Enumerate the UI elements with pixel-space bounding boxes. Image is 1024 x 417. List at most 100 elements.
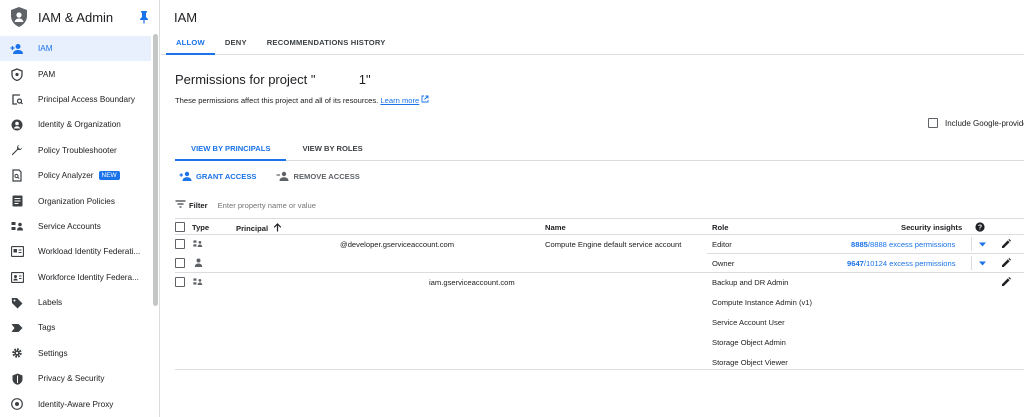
- table-row: iam.gserviceaccount.com Backup and DR Ad…: [175, 273, 1024, 370]
- tab-view-by-principals[interactable]: VIEW BY PRINCIPALS: [175, 139, 287, 161]
- proxy-icon: [10, 397, 24, 411]
- row-checkbox[interactable]: [175, 277, 185, 287]
- tab-allow[interactable]: ALLOW: [166, 33, 215, 55]
- sidebar-item-tags[interactable]: Tags: [0, 315, 151, 340]
- chevron-down-icon[interactable]: [972, 237, 992, 252]
- header-name: Name: [545, 223, 566, 232]
- boundary-icon: [10, 92, 24, 106]
- person-icon: [194, 258, 203, 269]
- excess-permissions-total: /8888 excess permissions: [867, 240, 956, 249]
- workforce-identity-icon: [10, 270, 24, 284]
- policy-tabs: ALLOW DENY RECOMMENDATIONS HISTORY: [161, 33, 1024, 55]
- sidebar-item-pam[interactable]: PAM: [0, 61, 151, 86]
- principal-email: @developer.gserviceaccount.com: [340, 240, 455, 249]
- sidebar-item-settings[interactable]: Settings: [0, 341, 151, 366]
- table-row: Owner 9647/10124 excess permissions: [175, 254, 1024, 273]
- header-security-insights: Security insights: [901, 223, 963, 232]
- account-circle-icon: [10, 118, 24, 132]
- security-insight-link[interactable]: 8885/8888 excess permissions: [851, 240, 955, 249]
- sidebar-item-principal-access-boundary[interactable]: Principal Access Boundary: [0, 87, 151, 112]
- sidebar-item-identity-aware-proxy[interactable]: Identity-Aware Proxy: [0, 391, 151, 416]
- row-divider: [175, 369, 1024, 370]
- sidebar-item-label: PAM: [38, 69, 56, 79]
- sidebar-item-label: Tags: [38, 323, 56, 333]
- header-role: Role: [712, 223, 729, 232]
- sidebar-scrollbar[interactable]: [153, 34, 158, 306]
- sidebar-item-label: Identity & Organization: [38, 120, 121, 130]
- header-principal[interactable]: Principal: [236, 223, 282, 233]
- sidebar-item-label: Workforce Identity Federa...: [38, 272, 139, 282]
- sidebar-item-label: Workload Identity Federati...: [38, 247, 141, 257]
- tab-recommendations-history[interactable]: RECOMMENDATIONS HISTORY: [257, 33, 396, 55]
- table-header: Type Principal Name Role Security insigh…: [175, 218, 1024, 235]
- role-name: Compute Instance Admin (v1): [712, 298, 813, 307]
- sidebar-item-label: Labels: [38, 298, 63, 308]
- workload-identity-icon: [10, 245, 24, 259]
- sidebar-item-label: Principal Access Boundary: [38, 94, 135, 104]
- filter-label: Filter: [189, 200, 208, 210]
- sidebar-item-privacy-security[interactable]: Privacy & Security: [0, 366, 151, 391]
- edit-pencil-icon[interactable]: [1000, 238, 1012, 250]
- sidebar-item-identity-organization[interactable]: Identity & Organization: [0, 112, 151, 137]
- sort-ascending-icon[interactable]: [270, 223, 282, 233]
- role-name: Editor: [712, 240, 732, 249]
- filter-input[interactable]: [217, 200, 518, 210]
- role-name: Backup and DR Admin: [712, 278, 789, 287]
- row-checkbox[interactable]: [175, 239, 185, 249]
- select-all-checkbox[interactable]: [175, 222, 185, 232]
- principal-name: Compute Engine default service account: [545, 240, 682, 249]
- sidebar-item-iam[interactable]: IAM: [0, 36, 151, 62]
- help-icon[interactable]: ?: [975, 222, 985, 234]
- sidebar-nav: IAM PAM Principal Access Boundary Identi…: [0, 36, 151, 417]
- edit-pencil-icon[interactable]: [1000, 276, 1012, 288]
- sidebar-item-policy-analyzer[interactable]: Policy Analyzer NEW: [0, 163, 151, 188]
- permissions-title: Permissions for project " 1": [175, 72, 371, 87]
- shield-lock-icon: [10, 67, 24, 81]
- tag-icon: [10, 321, 24, 335]
- privacy-shield-icon: [10, 372, 24, 386]
- sidebar-item-label: Organization Policies: [38, 196, 115, 206]
- sidebar-item-label: Service Accounts: [38, 221, 101, 231]
- chevron-down-icon[interactable]: [972, 256, 992, 271]
- edit-pencil-icon[interactable]: [1000, 257, 1012, 269]
- grant-access-label: GRANT ACCESS: [196, 171, 257, 181]
- excess-permissions-total: /10124 excess permissions: [863, 259, 956, 268]
- filter-icon: [175, 200, 186, 210]
- permissions-description: These permissions affect this project an…: [175, 95, 429, 105]
- security-insight-link[interactable]: 9647/10124 excess permissions: [847, 259, 956, 268]
- sidebar: IAM & Admin IAM PAM Principal Access Bou…: [0, 0, 160, 417]
- document-list-icon: [10, 194, 24, 208]
- wrench-icon: [10, 143, 24, 157]
- include-google-label: Include Google-provide: [945, 118, 1024, 128]
- tab-deny[interactable]: DENY: [215, 33, 257, 55]
- header-principal-label: Principal: [236, 224, 269, 233]
- sidebar-item-workforce-identity-federation[interactable]: Workforce Identity Federa...: [0, 265, 151, 290]
- external-link-icon: [421, 95, 429, 105]
- sidebar-item-service-accounts[interactable]: Service Accounts: [0, 214, 151, 239]
- excess-permissions-count: 8885: [851, 240, 868, 249]
- learn-more-link[interactable]: Learn more: [380, 96, 419, 105]
- role-name: Storage Object Viewer: [712, 358, 788, 367]
- remove-access-label: REMOVE ACCESS: [293, 171, 360, 181]
- sidebar-item-organization-policies[interactable]: Organization Policies: [0, 188, 151, 213]
- shield-user-icon: [8, 6, 30, 28]
- sidebar-item-label: Policy Troubleshooter: [38, 145, 117, 155]
- sidebar-item-labels[interactable]: Labels: [0, 290, 151, 315]
- service-account-icon: [10, 219, 24, 233]
- principal-email: iam.gserviceaccount.com: [429, 278, 515, 287]
- include-google-checkbox[interactable]: [928, 118, 938, 128]
- sidebar-item-workload-identity-federation[interactable]: Workload Identity Federati...: [0, 239, 151, 264]
- view-tabs: VIEW BY PRINCIPALS VIEW BY ROLES: [175, 139, 1024, 161]
- remove-access-button[interactable]: REMOVE ACCESS: [276, 171, 360, 181]
- row-checkbox[interactable]: [175, 258, 185, 268]
- role-name: Owner: [712, 259, 735, 268]
- permissions-description-text: These permissions affect this project an…: [175, 96, 379, 105]
- tab-view-by-roles[interactable]: VIEW BY ROLES: [286, 139, 378, 161]
- role-name: Service Account User: [712, 318, 785, 327]
- pin-icon[interactable]: [138, 10, 150, 24]
- grant-access-button[interactable]: GRANT ACCESS: [179, 171, 256, 181]
- sidebar-header: IAM & Admin: [0, 0, 159, 34]
- principals-table: Type Principal Name Role Security insigh…: [175, 218, 1024, 370]
- sidebar-item-policy-troubleshooter[interactable]: Policy Troubleshooter: [0, 138, 151, 163]
- include-google-provided-checkbox[interactable]: Include Google-provide: [928, 118, 1024, 128]
